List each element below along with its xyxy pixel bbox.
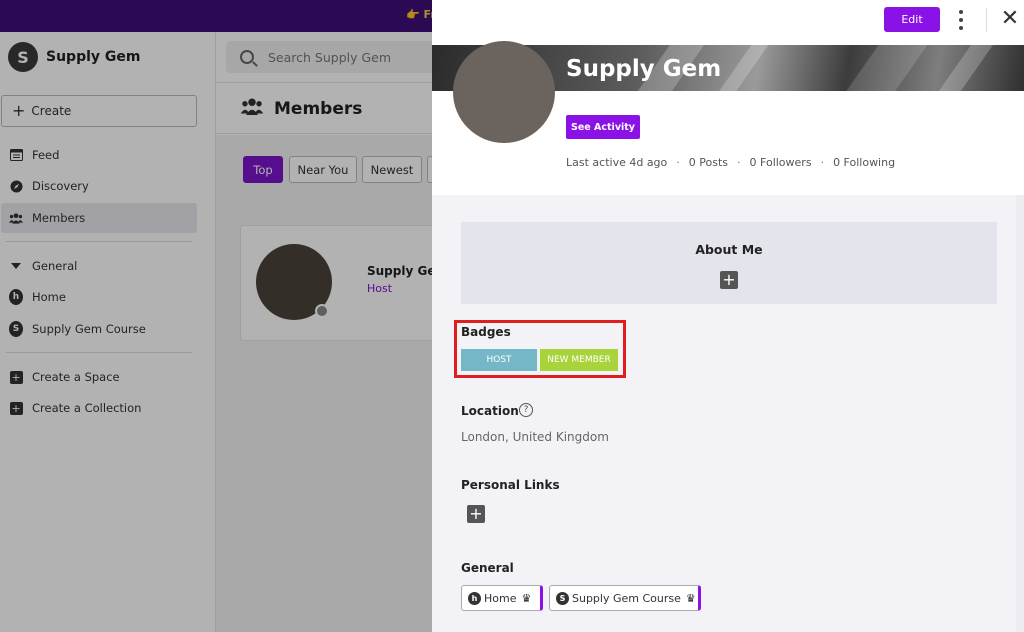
profile-name: Supply Gem xyxy=(566,56,722,82)
space-chip-course[interactable]: S Supply Gem Course ♛ xyxy=(549,585,701,611)
panel-toolbar: Edit ✕ xyxy=(432,0,1024,45)
help-icon[interactable]: ? xyxy=(519,403,533,417)
add-link-icon[interactable]: + xyxy=(467,505,485,523)
home-space-icon: h xyxy=(468,591,481,605)
profile-stats: Last active 4d ago · 0 Posts · 0 Followe… xyxy=(566,156,896,169)
badge-new-member: NEW MEMBER xyxy=(540,349,618,371)
close-icon[interactable]: ✕ xyxy=(998,6,1022,32)
course-space-icon: S xyxy=(556,591,569,605)
space-chip-home[interactable]: h Home ♛ xyxy=(461,585,543,611)
profile-panel: Edit ✕ Supply Gem See Activity Last acti… xyxy=(432,0,1024,632)
chip-label: Home xyxy=(484,591,517,605)
profile-avatar xyxy=(453,41,555,143)
crown-icon: ♛ xyxy=(521,591,532,605)
about-me-section: About Me + xyxy=(461,222,997,304)
see-activity-button[interactable]: See Activity xyxy=(566,115,640,139)
location-title: Location xyxy=(461,404,519,418)
badges-title: Badges xyxy=(461,325,511,339)
more-options-icon[interactable] xyxy=(958,10,964,30)
about-me-title: About Me xyxy=(695,242,763,257)
personal-links-title: Personal Links xyxy=(461,478,560,492)
general-title: General xyxy=(461,561,514,575)
edit-button[interactable]: Edit xyxy=(884,7,940,32)
badge-host: HOST xyxy=(461,349,537,371)
last-active: Last active 4d ago xyxy=(566,156,668,169)
crown-icon: ♛ xyxy=(685,591,696,605)
add-about-icon[interactable]: + xyxy=(720,271,738,289)
toolbar-divider xyxy=(986,8,987,32)
modal-backdrop[interactable] xyxy=(0,0,432,632)
scrollbar[interactable] xyxy=(1016,195,1024,632)
posts-count[interactable]: 0 Posts xyxy=(689,156,728,169)
location-value: London, United Kingdom xyxy=(461,430,609,444)
following-count[interactable]: 0 Following xyxy=(833,156,895,169)
chip-label: Supply Gem Course xyxy=(572,591,681,605)
followers-count[interactable]: 0 Followers xyxy=(750,156,812,169)
